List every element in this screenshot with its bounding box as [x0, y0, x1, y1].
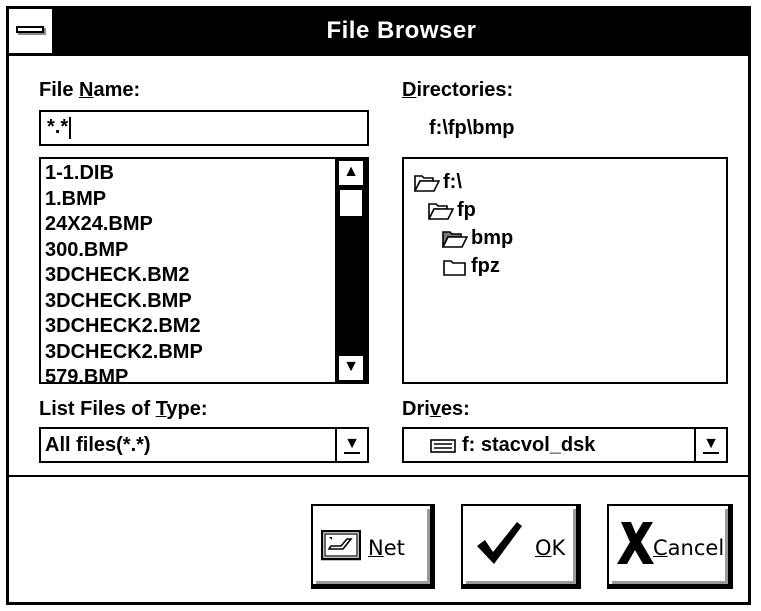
window-title: File Browser: [326, 17, 477, 44]
file-list-item[interactable]: 579.BMP: [45, 365, 333, 382]
cancel-button-label: Cancel: [653, 536, 725, 560]
arrow-up-icon: ▲: [343, 163, 359, 180]
scroll-down-button[interactable]: ▼: [337, 354, 365, 382]
text-caret: [69, 116, 72, 139]
current-directory-path: f:\fp\bmp: [429, 117, 515, 139]
net-button-label: Net: [368, 536, 405, 560]
dropdown-arrow-button[interactable]: ▼: [335, 429, 367, 461]
scroll-up-button[interactable]: ▲: [337, 159, 365, 187]
chevron-down-icon: ▼: [703, 435, 719, 454]
drive-icon: [430, 438, 456, 453]
file-list-item[interactable]: 1-1.DIB: [45, 161, 333, 187]
directory-list[interactable]: f:\ fp bmp fpz: [402, 157, 728, 384]
ok-button-label: OK: [535, 536, 566, 560]
file-list-item[interactable]: 3DCHECK.BM2: [45, 263, 333, 289]
title-bar: File Browser: [9, 9, 748, 56]
file-list-item[interactable]: 3DCHECK2.BMP: [45, 340, 333, 366]
system-menu-button[interactable]: [9, 9, 55, 53]
directory-item[interactable]: fpz: [442, 253, 500, 279]
file-type-label: List Files of Type:: [39, 398, 208, 420]
file-type-value: All files(*.*): [45, 434, 151, 456]
drives-value: f: stacvol_dsk: [430, 429, 595, 461]
file-list-item[interactable]: 3DCHECK.BMP: [45, 289, 333, 315]
directory-item-selected[interactable]: bmp: [441, 225, 513, 251]
net-button[interactable]: Net: [311, 504, 435, 589]
directory-item[interactable]: f:\: [413, 169, 462, 195]
file-list-item[interactable]: 1.BMP: [45, 187, 333, 213]
file-type-dropdown[interactable]: All files(*.*) ▼: [39, 427, 369, 463]
file-name-label: File Name:: [39, 79, 141, 101]
cancel-button[interactable]: Cancel: [607, 504, 733, 589]
folder-closed-icon: [443, 259, 466, 276]
scroll-thumb[interactable]: [339, 189, 363, 217]
network-icon: [321, 530, 361, 561]
system-menu-icon: [16, 26, 44, 33]
file-name-input[interactable]: *.*: [39, 110, 369, 146]
folder-open-filled-icon: [441, 230, 469, 248]
x-icon: [617, 522, 654, 564]
folder-open-icon: [413, 174, 441, 192]
separator: [9, 475, 748, 477]
file-list-scrollbar[interactable]: ▲ ▼: [335, 159, 367, 382]
file-list-item[interactable]: 3DCHECK2.BM2: [45, 314, 333, 340]
folder-open-icon: [427, 202, 455, 220]
drives-label: Drives:: [402, 398, 470, 420]
drives-dropdown[interactable]: f: stacvol_dsk ▼: [402, 427, 728, 463]
file-list[interactable]: 1-1.DIB 1.BMP 24X24.BMP 300.BMP 3DCHECK.…: [39, 157, 369, 384]
arrow-down-icon: ▼: [343, 358, 359, 375]
directory-item[interactable]: fp: [427, 197, 476, 223]
file-list-item[interactable]: 24X24.BMP: [45, 212, 333, 238]
ok-button[interactable]: OK: [461, 504, 581, 589]
dropdown-arrow-button[interactable]: ▼: [694, 429, 726, 461]
chevron-down-icon: ▼: [344, 435, 360, 454]
directories-label: Directories:: [402, 79, 514, 101]
file-list-item[interactable]: 300.BMP: [45, 238, 333, 264]
file-browser-dialog: File Browser File Name: *.* Directories:…: [6, 6, 751, 605]
checkmark-icon: [477, 522, 522, 564]
